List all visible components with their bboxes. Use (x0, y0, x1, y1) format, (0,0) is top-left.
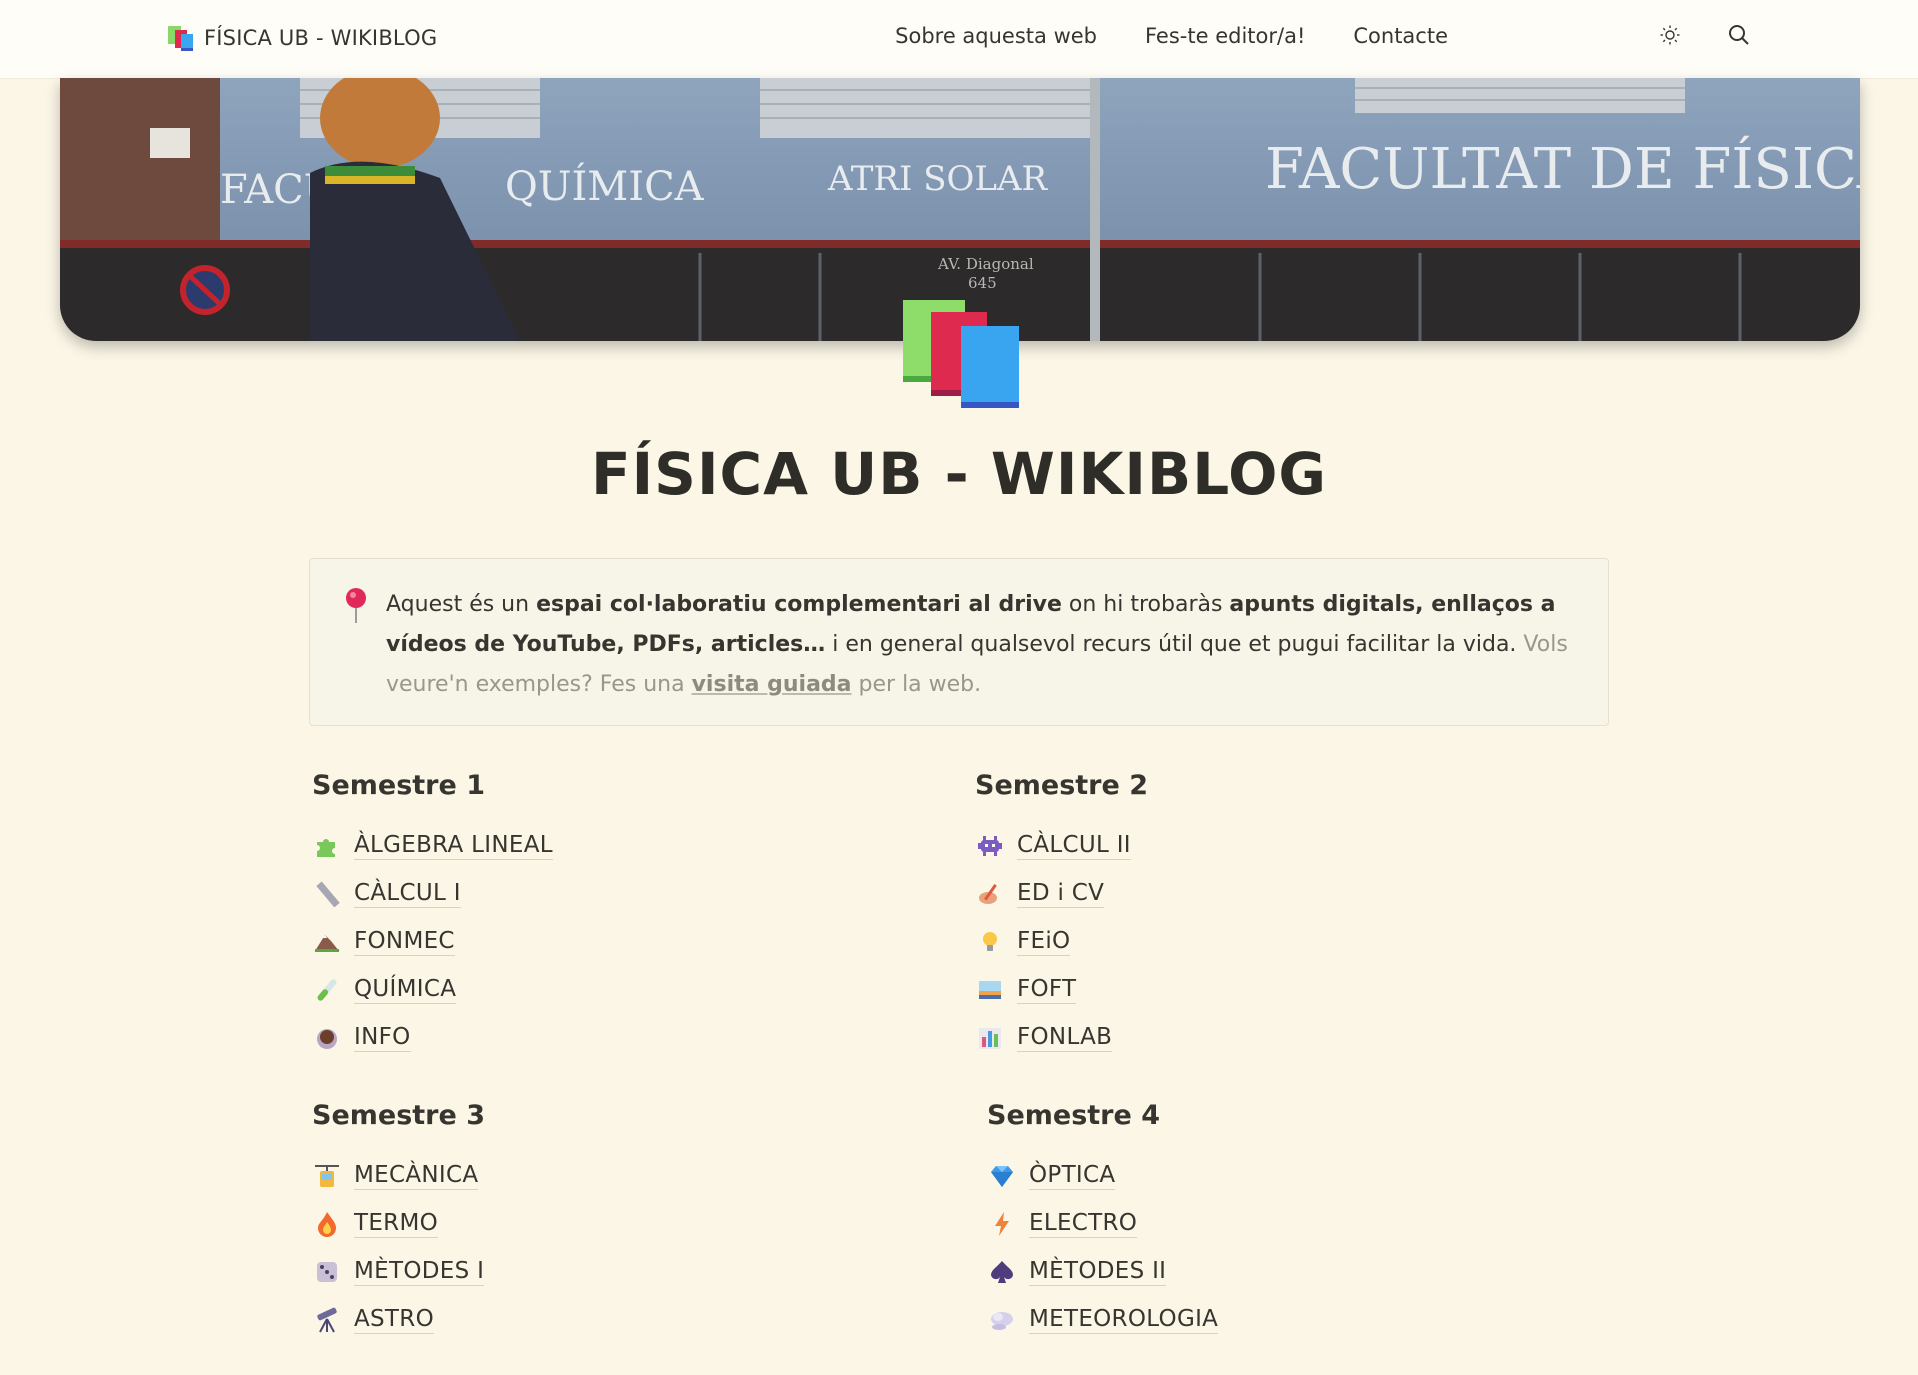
course-link-ed-i-cv[interactable]: ED i CV (975, 870, 1148, 918)
semester-title: Semestre 3 (312, 1100, 485, 1131)
spade-icon (987, 1257, 1017, 1287)
sun-icon (1659, 24, 1681, 50)
alien-monster-icon (975, 831, 1005, 861)
course-label: CÀLCUL I (354, 880, 461, 908)
course-label: ELECTRO (1029, 1210, 1138, 1238)
callout-text-1: Aquest és un (386, 592, 537, 617)
semester-3-section: Semestre 3 MECÀNICA TERMO MÈTODES I ASTR… (312, 1100, 485, 1344)
ruler-icon (312, 879, 342, 909)
intro-callout: Aquest és un espai col·laboratiu complem… (309, 558, 1609, 726)
callout-muted-2: per la web. (851, 672, 982, 697)
course-link-electro[interactable]: ELECTRO (987, 1200, 1218, 1248)
semester-title: Semestre 1 (312, 770, 485, 801)
course-label: ÀLGEBRA LINEAL (354, 832, 553, 860)
course-link-feio[interactable]: FEiO (975, 918, 1148, 966)
coffee-icon (312, 1023, 342, 1053)
writing-hand-icon (975, 879, 1005, 909)
course-label: ASTRO (354, 1306, 434, 1334)
course-link-info[interactable]: INFO (312, 1014, 553, 1062)
semester-1-section: Semestre 1 ÀLGEBRA LINEAL CÀLCUL I FONME… (312, 770, 553, 1062)
bar-chart-icon (975, 1023, 1005, 1053)
banner-sign-atri: ATRI SOLAR (827, 159, 1049, 199)
top-navigation-bar: FÍSICA UB - WIKIBLOG Sobre aquesta web F… (0, 0, 1918, 78)
sunrise-picture-icon (975, 975, 1005, 1005)
site-brand-link[interactable]: FÍSICA UB - WIKIBLOG (166, 24, 437, 52)
page-title: FÍSICA UB - WIKIBLOG (590, 440, 1328, 508)
course-label: MÈTODES I (354, 1258, 485, 1286)
semester-title: Semestre 2 (975, 770, 1148, 801)
course-label: METEOROLOGIA (1029, 1306, 1219, 1334)
course-link-metodes-ii[interactable]: MÈTODES II (987, 1248, 1218, 1296)
course-link-optica[interactable]: ÒPTICA (987, 1152, 1218, 1200)
lightning-icon (987, 1209, 1017, 1239)
cloud-icon (987, 1305, 1017, 1335)
aerial-tramway-icon (312, 1161, 342, 1191)
course-label: ED i CV (1017, 880, 1105, 908)
course-label: FONLAB (1017, 1024, 1113, 1052)
course-label: ÒPTICA (1029, 1162, 1116, 1190)
semester-4-section: Semestre 4 ÒPTICA ELECTRO MÈTODES II MET… (987, 1100, 1219, 1344)
puzzle-icon (312, 831, 342, 861)
gem-icon (987, 1161, 1017, 1191)
nav-link-become-editor[interactable]: Fes-te editor/a! (1145, 24, 1305, 48)
dice-icon (312, 1257, 342, 1287)
course-link-algebra-lineal[interactable]: ÀLGEBRA LINEAL (312, 822, 553, 870)
course-label: FOFT (1017, 976, 1077, 1004)
semester-title: Semestre 4 (987, 1100, 1160, 1131)
course-label: INFO (354, 1024, 411, 1052)
course-label: TERMO (354, 1210, 439, 1238)
test-tube-icon (312, 975, 342, 1005)
guided-tour-link[interactable]: visita guiada (692, 672, 852, 697)
site-title: FÍSICA UB - WIKIBLOG (204, 26, 438, 50)
callout-text-3: i en general qualsevol recurs útil que e… (825, 632, 1524, 657)
search-button[interactable] (1724, 22, 1754, 52)
page-books-icon (903, 300, 1021, 410)
telescope-icon (312, 1305, 342, 1335)
pushpin-icon (344, 587, 368, 625)
search-icon (1727, 23, 1751, 51)
callout-text-2: on hi trobaràs (1061, 592, 1230, 617)
course-label: MÈTODES II (1029, 1258, 1167, 1286)
course-link-mecanica[interactable]: MECÀNICA (312, 1152, 485, 1200)
course-label: FEiO (1017, 928, 1071, 956)
course-link-fonmec[interactable]: FONMEC (312, 918, 553, 966)
course-label: CÀLCUL II (1017, 832, 1131, 860)
mountain-icon (312, 927, 342, 957)
course-link-astro[interactable]: ASTRO (312, 1296, 485, 1344)
course-link-quimica[interactable]: QUÍMICA (312, 966, 553, 1014)
banner-sign-quimica: QUÍMICA (505, 163, 705, 210)
theme-toggle-button[interactable] (1655, 22, 1685, 52)
course-label: MECÀNICA (354, 1162, 479, 1190)
course-link-calcul-ii[interactable]: CÀLCUL II (975, 822, 1148, 870)
callout-text: Aquest és un espai col·laboratiu complem… (386, 585, 1586, 705)
nav-link-about[interactable]: Sobre aquesta web (895, 24, 1097, 48)
banner-sign-faculty: FACULTAT DE FÍSICA (1265, 135, 1860, 202)
banner-sign-number: 645 (968, 274, 997, 292)
course-link-fonlab[interactable]: FONLAB (975, 1014, 1148, 1062)
course-link-meteorologia[interactable]: METEOROLOGIA (987, 1296, 1219, 1344)
course-link-foft[interactable]: FOFT (975, 966, 1148, 1014)
books-logo-icon (166, 24, 196, 52)
course-link-metodes-i[interactable]: MÈTODES I (312, 1248, 485, 1296)
course-label: QUÍMICA (354, 976, 457, 1004)
course-link-calcul-i[interactable]: CÀLCUL I (312, 870, 553, 918)
lightbulb-icon (975, 927, 1005, 957)
fire-icon (312, 1209, 342, 1239)
semester-2-section: Semestre 2 CÀLCUL II ED i CV FEiO FOFT F… (975, 770, 1148, 1062)
callout-bold-1: espai col·laboratiu complementari al dri… (536, 592, 1062, 617)
course-link-termo[interactable]: TERMO (312, 1200, 485, 1248)
banner-sign-address: AV. Diagonal (937, 255, 1034, 273)
nav-link-contact[interactable]: Contacte (1353, 24, 1448, 48)
course-label: FONMEC (354, 928, 455, 956)
